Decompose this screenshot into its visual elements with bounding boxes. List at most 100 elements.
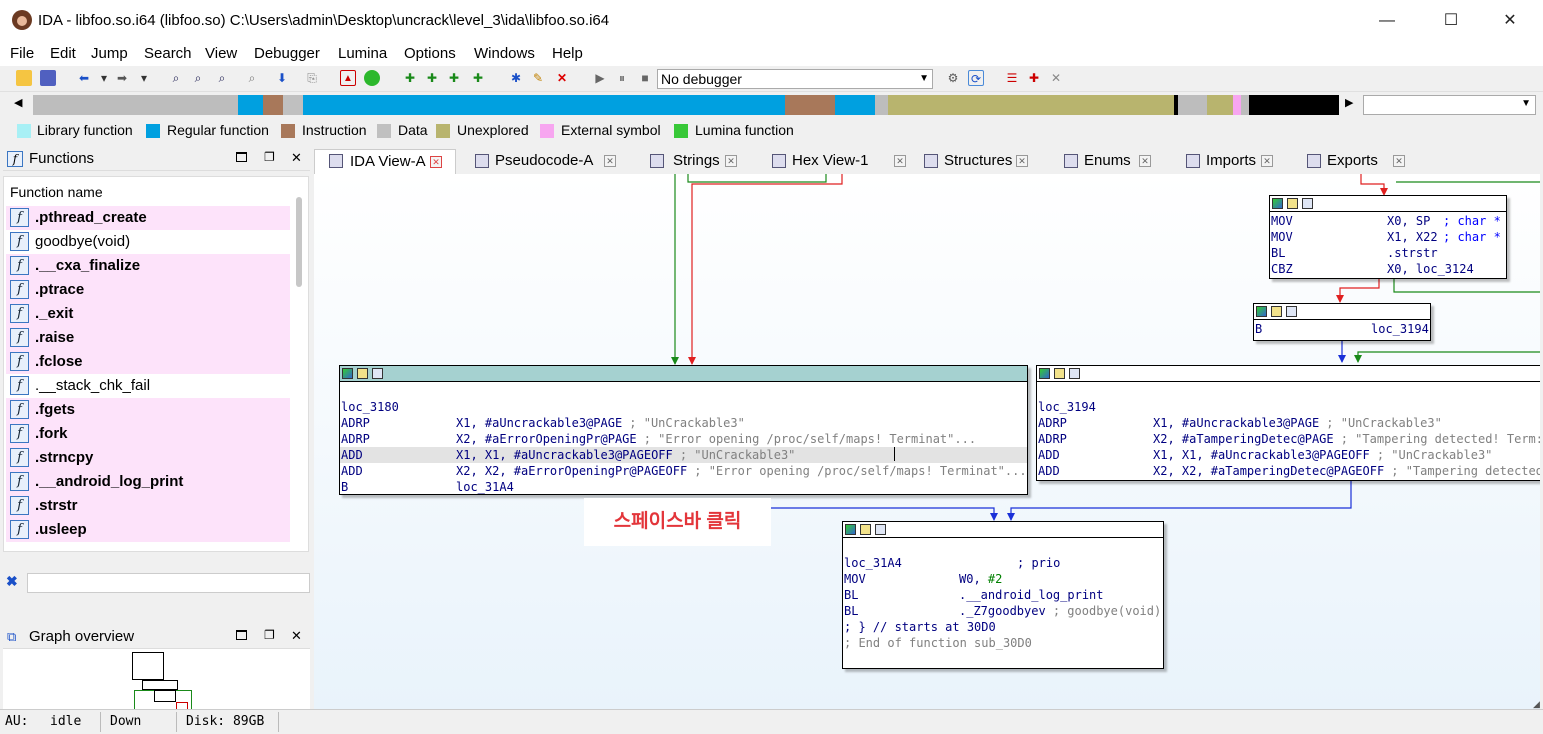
function-list-item[interactable]: f .fork bbox=[6, 422, 290, 446]
search-next-icon[interactable]: ⌕ bbox=[244, 70, 260, 86]
node-color-icon[interactable] bbox=[1256, 306, 1267, 317]
node-color-icon[interactable] bbox=[1039, 368, 1050, 379]
function-filter-input[interactable] bbox=[27, 573, 310, 593]
operands[interactable]: X2, X2, #aTamperingDetec@PAGEOFF bbox=[1153, 463, 1384, 479]
tab-close-icon[interactable]: ✕ bbox=[430, 156, 442, 168]
tab-close-icon[interactable]: ✕ bbox=[604, 155, 616, 167]
operands[interactable]: X2, #aTamperingDetec@PAGE bbox=[1153, 431, 1334, 447]
minimize-button[interactable]: — bbox=[1367, 8, 1407, 34]
code-operand[interactable]: loc_3194 bbox=[1371, 321, 1429, 337]
operands[interactable]: loc_31A4 bbox=[456, 479, 514, 495]
operands[interactable]: X0, SP bbox=[1387, 213, 1430, 229]
panel-float-icon[interactable] bbox=[236, 630, 247, 640]
code-line[interactable]: ADRP X1, #aUncrackable3@PAGE ; "UnCrackabl… bbox=[1037, 415, 1540, 431]
tab-pseudocode-a[interactable]: Pseudocode-A ✕ bbox=[475, 149, 625, 174]
node-group-icon[interactable] bbox=[1302, 198, 1313, 209]
function-list-item[interactable]: f ._exit bbox=[6, 302, 290, 326]
operands[interactable]: X2, X2, #aErrorOpeningPr@PAGEOFF bbox=[456, 463, 687, 479]
node-group-icon[interactable] bbox=[875, 524, 886, 535]
close-button[interactable]: ✕ bbox=[1490, 8, 1530, 34]
panel-restore-icon[interactable]: ❐ bbox=[264, 150, 275, 164]
panel-float-icon[interactable] bbox=[236, 152, 247, 162]
delete-breakpoint-icon[interactable]: ✕ bbox=[1048, 70, 1064, 86]
warning-triangle-icon[interactable]: ▲ bbox=[340, 70, 356, 86]
operands[interactable]: X1, #aUncrackable3@PAGE bbox=[456, 415, 622, 431]
create-enum-icon[interactable]: ✱ bbox=[508, 70, 524, 86]
code-line[interactable]: MOV X0, SP ; char * bbox=[1270, 213, 1506, 229]
node-rename-icon[interactable] bbox=[860, 524, 871, 535]
code-line[interactable]: ADRP X2, #aTamperingDetec@PAGE ; "Tamperin… bbox=[1037, 431, 1540, 447]
tab-ida-view-a[interactable]: IDA View-A ✕ bbox=[314, 149, 456, 174]
node-color-icon[interactable] bbox=[845, 524, 856, 535]
ida-graph-view[interactable]: MOV X0, SP ; char * MOV X1, X22 ; char * BL .st… bbox=[314, 174, 1540, 709]
operands[interactable]: .strstr bbox=[1387, 245, 1438, 261]
function-list-item[interactable]: f .__cxa_finalize bbox=[6, 254, 290, 278]
function-list-item[interactable]: f .strncpy bbox=[6, 446, 290, 470]
function-list-item[interactable]: f .ptrace bbox=[6, 278, 290, 302]
immediate-search-icon[interactable]: ⌕ bbox=[214, 70, 230, 86]
code-line[interactable]: ADD X2, X2, #aErrorOpeningPr@PAGEOFF ; "Er… bbox=[340, 463, 1027, 479]
function-list-item[interactable]: f .__stack_chk_fail bbox=[6, 374, 290, 398]
menu-debugger[interactable]: Debugger bbox=[254, 45, 320, 62]
graph-overview[interactable] bbox=[3, 649, 310, 709]
tab-close-icon[interactable]: ✕ bbox=[725, 155, 737, 167]
delete-x-icon[interactable]: ✕ bbox=[554, 70, 570, 86]
code-line[interactable]: B bbox=[1255, 321, 1262, 337]
close-filter-icon[interactable]: ✖ bbox=[6, 573, 18, 590]
forward-dropdown-icon[interactable]: ▾ bbox=[136, 70, 152, 86]
green-circle-icon[interactable] bbox=[364, 70, 380, 86]
nav-right-arrow-icon[interactable]: ▶ bbox=[1345, 96, 1353, 109]
panel-close-icon[interactable]: ✕ bbox=[291, 150, 302, 166]
tab-hex-view-1[interactable]: Hex View-1 ✕ bbox=[772, 149, 912, 174]
resize-grip-icon[interactable]: ◢ bbox=[1533, 699, 1540, 709]
tab-enums[interactable]: Enums ✕ bbox=[1064, 149, 1164, 174]
menu-view[interactable]: View bbox=[205, 45, 237, 62]
operands[interactable]: ._Z7goodbyev bbox=[959, 603, 1046, 619]
maximize-button[interactable]: ☐ bbox=[1431, 8, 1471, 34]
function-list-item[interactable]: f .fgets bbox=[6, 398, 290, 422]
function-list-item[interactable]: f .__android_log_print bbox=[6, 470, 290, 494]
function-list-item[interactable]: f goodbye(void) bbox=[6, 230, 290, 254]
menu-file[interactable]: File bbox=[10, 45, 34, 62]
operands[interactable]: X1, #aUncrackable3@PAGE bbox=[1153, 415, 1319, 431]
function-name-column-header[interactable]: Function name bbox=[10, 184, 103, 200]
node-group-icon[interactable] bbox=[1286, 306, 1297, 317]
code-block-loc-3180[interactable]: loc_3180 ADRP X1, #aUncrackable3@PAGE ; "U… bbox=[339, 365, 1028, 495]
node-rename-icon[interactable] bbox=[1271, 306, 1282, 317]
operands[interactable]: X2, #aErrorOpeningPr@PAGE bbox=[456, 431, 637, 447]
code-block-loc-3194[interactable]: loc_3194 ADRP X1, #aUncrackable3@PAGE ; "U… bbox=[1036, 365, 1540, 481]
node-rename-icon[interactable] bbox=[1054, 368, 1065, 379]
code-line[interactable]: BL .strstr bbox=[1270, 245, 1506, 261]
stop-icon[interactable]: ■ bbox=[637, 70, 653, 86]
menu-lumina[interactable]: Lumina bbox=[338, 45, 387, 62]
code-block-loc-31a4[interactable]: loc_31A4 ; prio MOV W0, #2 BL .__android_lo… bbox=[842, 521, 1164, 669]
tab-exports[interactable]: Exports ✕ bbox=[1307, 149, 1417, 174]
panel-close-icon[interactable]: ✕ bbox=[291, 628, 302, 644]
function-list-item[interactable]: f .raise bbox=[6, 326, 290, 350]
node-rename-icon[interactable] bbox=[357, 368, 368, 379]
code-line[interactable]: ADD X2, X2, #aTamperingDetec@PAGEOFF ; "Ta… bbox=[1037, 463, 1540, 479]
tab-structures[interactable]: Structures ✕ bbox=[924, 149, 1044, 174]
code-line[interactable]: ADRP X1, #aUncrackable3@PAGE ; "UnCrackabl… bbox=[340, 415, 1027, 431]
forward-arrow-icon[interactable]: ➡ bbox=[114, 70, 130, 86]
tab-strings[interactable]: Strings ✕ bbox=[650, 149, 745, 174]
block-label[interactable]: loc_3180 bbox=[341, 399, 399, 415]
operands[interactable]: X1, X1, #aUncrackable3@PAGEOFF bbox=[456, 447, 673, 463]
tab-close-icon[interactable]: ✕ bbox=[1016, 155, 1028, 167]
code-line[interactable]: BL ._Z7goodbyev ; goodbye(void) bbox=[843, 603, 1163, 619]
binary-search-icon[interactable]: ⌕ bbox=[168, 70, 184, 86]
function-list-item[interactable]: f .strstr bbox=[6, 494, 290, 518]
block-label[interactable]: loc_31A4 bbox=[844, 555, 902, 571]
save-icon[interactable] bbox=[40, 70, 56, 86]
menu-jump[interactable]: Jump bbox=[91, 45, 128, 62]
function-list-item[interactable]: f .pthread_create bbox=[6, 206, 290, 230]
function-list-item[interactable]: f .usleep bbox=[6, 518, 290, 542]
node-group-icon[interactable] bbox=[372, 368, 383, 379]
menu-windows[interactable]: Windows bbox=[474, 45, 535, 62]
code-line[interactable]: ADD X1, X1, #aUncrackable3@PAGEOFF ; "UnCr… bbox=[340, 447, 1027, 463]
code-line[interactable]: CBZ X0, loc_3124 bbox=[1270, 261, 1506, 277]
attach-process-icon[interactable]: ⟳ bbox=[968, 70, 984, 86]
code-line[interactable]: BL .__android_log_print bbox=[843, 587, 1163, 603]
navigation-band[interactable] bbox=[33, 95, 1339, 115]
code-line[interactable]: Bloc_31A4 bbox=[340, 479, 1027, 495]
